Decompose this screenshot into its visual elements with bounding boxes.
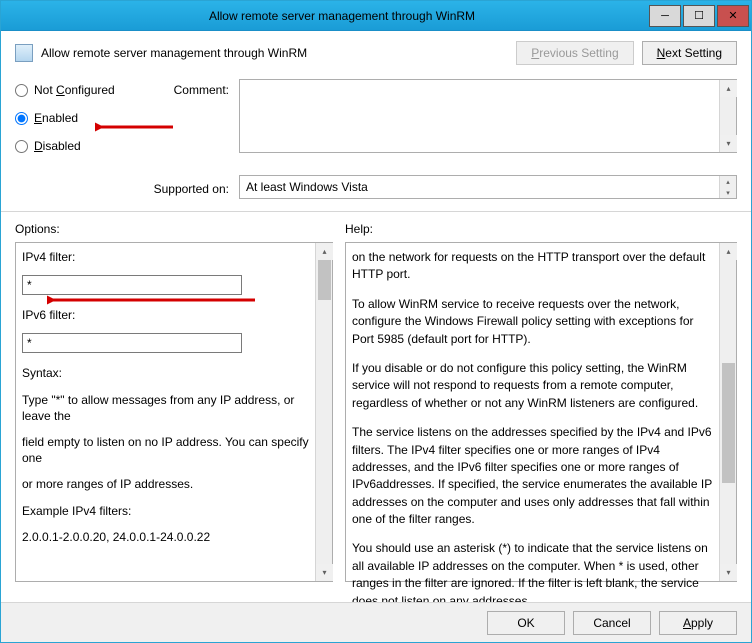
radio-not-configured-input[interactable]	[15, 84, 28, 97]
radio-enabled[interactable]: Enabled	[15, 111, 149, 125]
titlebar: Allow remote server management through W…	[1, 1, 751, 31]
minimize-button[interactable]: ─	[649, 5, 681, 27]
ipv4-filter-input[interactable]	[22, 275, 242, 295]
radio-disabled[interactable]: Disabled	[15, 139, 149, 153]
supported-scrollbar[interactable]: ▴▾	[719, 176, 736, 198]
help-paragraph: To allow WinRM service to receive reques…	[352, 296, 713, 348]
comment-label: Comment:	[149, 79, 239, 97]
next-setting-button[interactable]: Next Setting	[642, 41, 737, 65]
options-label: Options:	[15, 222, 345, 236]
ok-button[interactable]: OK	[487, 611, 565, 635]
previous-setting-button: Previous Setting	[516, 41, 633, 65]
help-paragraph: on the network for requests on the HTTP …	[352, 249, 713, 284]
syntax-text-1: Type "*" to allow messages from any IP a…	[22, 392, 309, 424]
comment-textarea[interactable]: ▴▾	[239, 79, 737, 153]
supported-on-field: At least Windows Vista ▴▾	[239, 175, 737, 199]
apply-button[interactable]: Apply	[659, 611, 737, 635]
ipv6-filter-input[interactable]	[22, 333, 242, 353]
radio-enabled-input[interactable]	[15, 112, 28, 125]
options-panel: IPv4 filter: IPv6 filter: Syntax: Type "…	[15, 242, 333, 582]
example-label: Example IPv4 filters:	[22, 503, 309, 519]
help-paragraph: If you disable or do not configure this …	[352, 360, 713, 412]
supported-on-value: At least Windows Vista	[246, 180, 368, 194]
window-title: Allow remote server management through W…	[35, 9, 649, 23]
options-scrollbar[interactable]: ▴ ▾	[315, 243, 332, 581]
ipv4-filter-label: IPv4 filter:	[22, 249, 309, 265]
help-paragraph: The service listens on the addresses spe…	[352, 424, 713, 528]
help-scrollbar[interactable]: ▴ ▾	[719, 243, 736, 581]
syntax-text-2: field empty to listen on no IP address. …	[22, 434, 309, 466]
cancel-button[interactable]: Cancel	[573, 611, 651, 635]
supported-on-label: Supported on:	[149, 178, 239, 196]
help-label: Help:	[345, 222, 373, 236]
syntax-text-3: or more ranges of IP addresses.	[22, 476, 309, 492]
comment-scrollbar[interactable]: ▴▾	[719, 80, 736, 152]
close-button[interactable]: ✕	[717, 5, 749, 27]
syntax-label: Syntax:	[22, 365, 309, 381]
example-value: 2.0.0.1-2.0.0.20, 24.0.0.1-24.0.0.22	[22, 529, 309, 545]
policy-icon	[15, 44, 33, 62]
radio-disabled-input[interactable]	[15, 140, 28, 153]
policy-editor-window: Allow remote server management through W…	[0, 0, 752, 643]
dialog-footer: OK Cancel Apply	[1, 602, 751, 642]
help-panel: on the network for requests on the HTTP …	[345, 242, 737, 582]
radio-not-configured[interactable]: Not Configured	[15, 83, 149, 97]
policy-title: Allow remote server management through W…	[41, 46, 516, 60]
help-paragraph: You should use an asterisk (*) to indica…	[352, 540, 713, 610]
maximize-button[interactable]: ☐	[683, 5, 715, 27]
ipv6-filter-label: IPv6 filter:	[22, 307, 309, 323]
